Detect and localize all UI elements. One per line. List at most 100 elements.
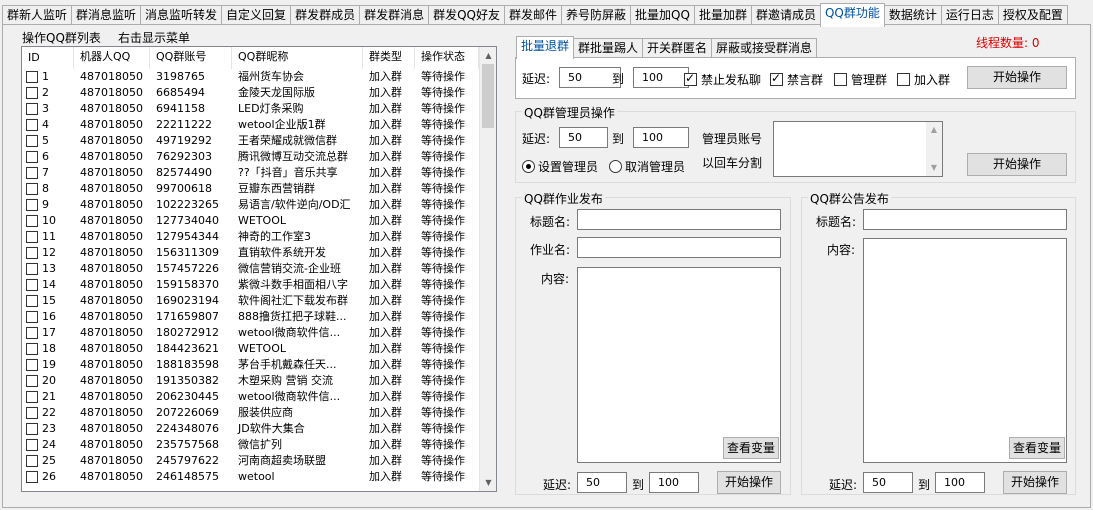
col-header-id[interactable]: ID [22,47,74,69]
col-header-group-type[interactable]: 群类型 [363,47,415,69]
col-header-group-name[interactable]: QQ群昵称 [232,47,363,69]
row-checkbox[interactable] [26,423,38,435]
delay-min-input[interactable]: 50 [577,472,627,493]
row-checkbox[interactable] [26,71,38,83]
homework-title-input[interactable] [577,209,781,230]
row-checkbox[interactable] [26,247,38,259]
homework-name-input[interactable] [577,237,781,258]
col-header-status[interactable]: 操作状态 [415,47,479,69]
row-checkbox[interactable] [26,375,38,387]
row-checkbox[interactable] [26,359,38,371]
homework-content-textarea[interactable]: 查看变量 [577,267,781,463]
tab-block-messages[interactable]: 屏蔽或接受群消息 [711,38,818,58]
table-row[interactable]: 14 487018050 159158370 紫微斗数手相面相八字 加入群 等待操作 [22,277,479,293]
textarea-scrollbar[interactable]: ▲ ▼ [926,122,942,176]
top-tab-15[interactable]: 授权及配置 [997,5,1068,26]
col-header-group-account[interactable]: QQ群账号 [150,47,232,69]
table-row[interactable]: 24 487018050 235757568 微信扩列 加入群 等待操作 [22,437,479,453]
scroll-up-icon[interactable]: ▲ [480,47,496,64]
admin-account-textarea[interactable]: ▲ ▼ [773,121,943,177]
checkbox-manage-group[interactable]: 管理群 [834,71,887,88]
row-checkbox[interactable] [26,263,38,275]
table-row[interactable]: 13 487018050 157457226 微信营销交流-企业班 加入群 等待操作 [22,261,479,277]
table-row[interactable]: 16 487018050 171659807 888撸货扛把子球鞋... 加入群 等待操作 [22,309,479,325]
row-checkbox[interactable] [26,407,38,419]
top-tab-1[interactable]: 群消息监听 [71,5,142,26]
top-tab-11[interactable]: 群邀请成员 [750,5,821,26]
table-row[interactable]: 1 487018050 3198765 福州货车协会 加入群 等待操作 [22,69,479,85]
table-row[interactable]: 25 487018050 245797622 河南商超卖场联盟 加入群 等待操作 [22,453,479,469]
table-row[interactable]: 7 487018050 82574490 ??「抖音」音乐共享 加入群 等待操作 [22,165,479,181]
tab-batch-kick[interactable]: 群批量踢人 [573,38,644,58]
top-tab-0[interactable]: 群新人监听 [2,5,73,26]
row-checkbox[interactable] [26,391,38,403]
row-checkbox[interactable] [26,183,38,195]
radio-cancel-admin[interactable]: 取消管理员 [609,158,685,175]
top-tab-5[interactable]: 群发群消息 [359,5,430,26]
row-checkbox[interactable] [26,327,38,339]
row-checkbox[interactable] [26,199,38,211]
scroll-thumb[interactable] [482,64,494,128]
delay-min-input[interactable]: 50 [559,127,608,148]
scroll-down-icon[interactable]: ▼ [480,474,496,491]
col-header-robot-qq[interactable]: 机器人QQ [74,47,150,69]
top-tab-10[interactable]: 批量加群 [693,5,752,26]
row-checkbox[interactable] [26,119,38,131]
table-row[interactable]: 21 487018050 206230445 wetool微商软件信... 加入群 等待操… [22,389,479,405]
batch-quit-start-button[interactable]: 开始操作 [967,66,1067,89]
row-checkbox[interactable] [26,279,38,291]
homework-view-variables-button[interactable]: 查看变量 [723,437,779,459]
table-row[interactable]: 10 487018050 127734040 WETOOL 加入群 等待操作 [22,213,479,229]
row-checkbox[interactable] [26,215,38,227]
table-row[interactable]: 6 487018050 76292303 腾讯微博互动交流总群 加入群 等待操作 [22,149,479,165]
table-row[interactable]: 11 487018050 127954344 神奇的工作室3 加入群 等待操作 [22,229,479,245]
row-checkbox[interactable] [26,167,38,179]
tab-toggle-anonymous[interactable]: 开关群匿名 [642,38,713,58]
table-row[interactable]: 4 487018050 22211222 wetool企业版1群 加入群 等待操作 [22,117,479,133]
row-checkbox[interactable] [26,87,38,99]
scroll-up-icon[interactable]: ▲ [926,122,942,138]
row-checkbox[interactable] [26,135,38,147]
notice-view-variables-button[interactable]: 查看变量 [1009,437,1065,459]
table-row[interactable]: 9 487018050 102223265 易语言/软件逆向/OD汇 加入群 等待操作 [22,197,479,213]
admin-start-button[interactable]: 开始操作 [967,153,1067,176]
table-row[interactable]: 12 487018050 156311309 直销软件系统开发 加入群 等待操作 [22,245,479,261]
group-listview[interactable]: ID 机器人QQ QQ群账号 QQ群昵称 群类型 操作状态 1 487018050… [21,46,497,492]
table-row[interactable]: 5 487018050 49719292 王者荣耀成就微信群 加入群 等待操作 [22,133,479,149]
delay-min-input[interactable]: 50 [863,472,913,493]
table-row[interactable]: 18 487018050 184423621 WETOOL 加入群 等待操作 [22,341,479,357]
top-tab-14[interactable]: 运行日志 [940,5,999,26]
radio-set-admin[interactable]: 设置管理员 [522,158,598,175]
notice-content-textarea[interactable]: 查看变量 [863,238,1067,463]
table-row[interactable]: 3 487018050 6941158 LED灯条采购 加入群 等待操作 [22,101,479,117]
checkbox-join-group[interactable]: 加入群 [897,71,950,88]
row-checkbox[interactable] [26,343,38,355]
row-checkbox[interactable] [26,455,38,467]
top-tab-13[interactable]: 数据统计 [883,5,942,26]
table-row[interactable]: 26 487018050 246148575 wetool 加入群 等待操作 [22,469,479,485]
table-row[interactable]: 8 487018050 99700618 豆瓣东西营销群 加入群 等待操作 [22,181,479,197]
top-tab-6[interactable]: 群发QQ好友 [428,5,505,26]
row-checkbox[interactable] [26,471,38,483]
table-row[interactable]: 2 487018050 6685494 金陵天龙国际版 加入群 等待操作 [22,85,479,101]
row-checkbox[interactable] [26,231,38,243]
row-checkbox[interactable] [26,151,38,163]
checkbox-no-private-chat[interactable]: 禁止发私聊 [684,71,761,88]
table-row[interactable]: 23 487018050 224348076 JD软件大集合 加入群 等待操作 [22,421,479,437]
row-checkbox[interactable] [26,103,38,115]
top-tab-8[interactable]: 养号防屏蔽 [561,5,632,26]
top-tab-2[interactable]: 消息监听转发 [140,5,223,26]
top-tab-3[interactable]: 自定义回复 [221,5,292,26]
table-row[interactable]: 22 487018050 207226069 服装供应商 加入群 等待操作 [22,405,479,421]
scroll-down-icon[interactable]: ▼ [926,160,942,176]
row-checkbox[interactable] [26,311,38,323]
table-row[interactable]: 15 487018050 169023194 软件阁社汇下载发布群 加入群 等待操作 [22,293,479,309]
notice-title-input[interactable] [863,209,1067,230]
notice-start-button[interactable]: 开始操作 [1003,471,1067,494]
delay-max-input[interactable]: 100 [935,472,985,493]
table-row[interactable]: 19 487018050 188183598 茅台手机戴森任天... 加入群 等待操作 [22,357,479,373]
homework-start-button[interactable]: 开始操作 [717,471,781,494]
delay-max-input[interactable]: 100 [633,67,689,88]
top-tab-12[interactable]: QQ群功能 [819,3,885,27]
table-row[interactable]: 20 487018050 191350382 木塑采购 营销 交流 加入群 等待操作 [22,373,479,389]
